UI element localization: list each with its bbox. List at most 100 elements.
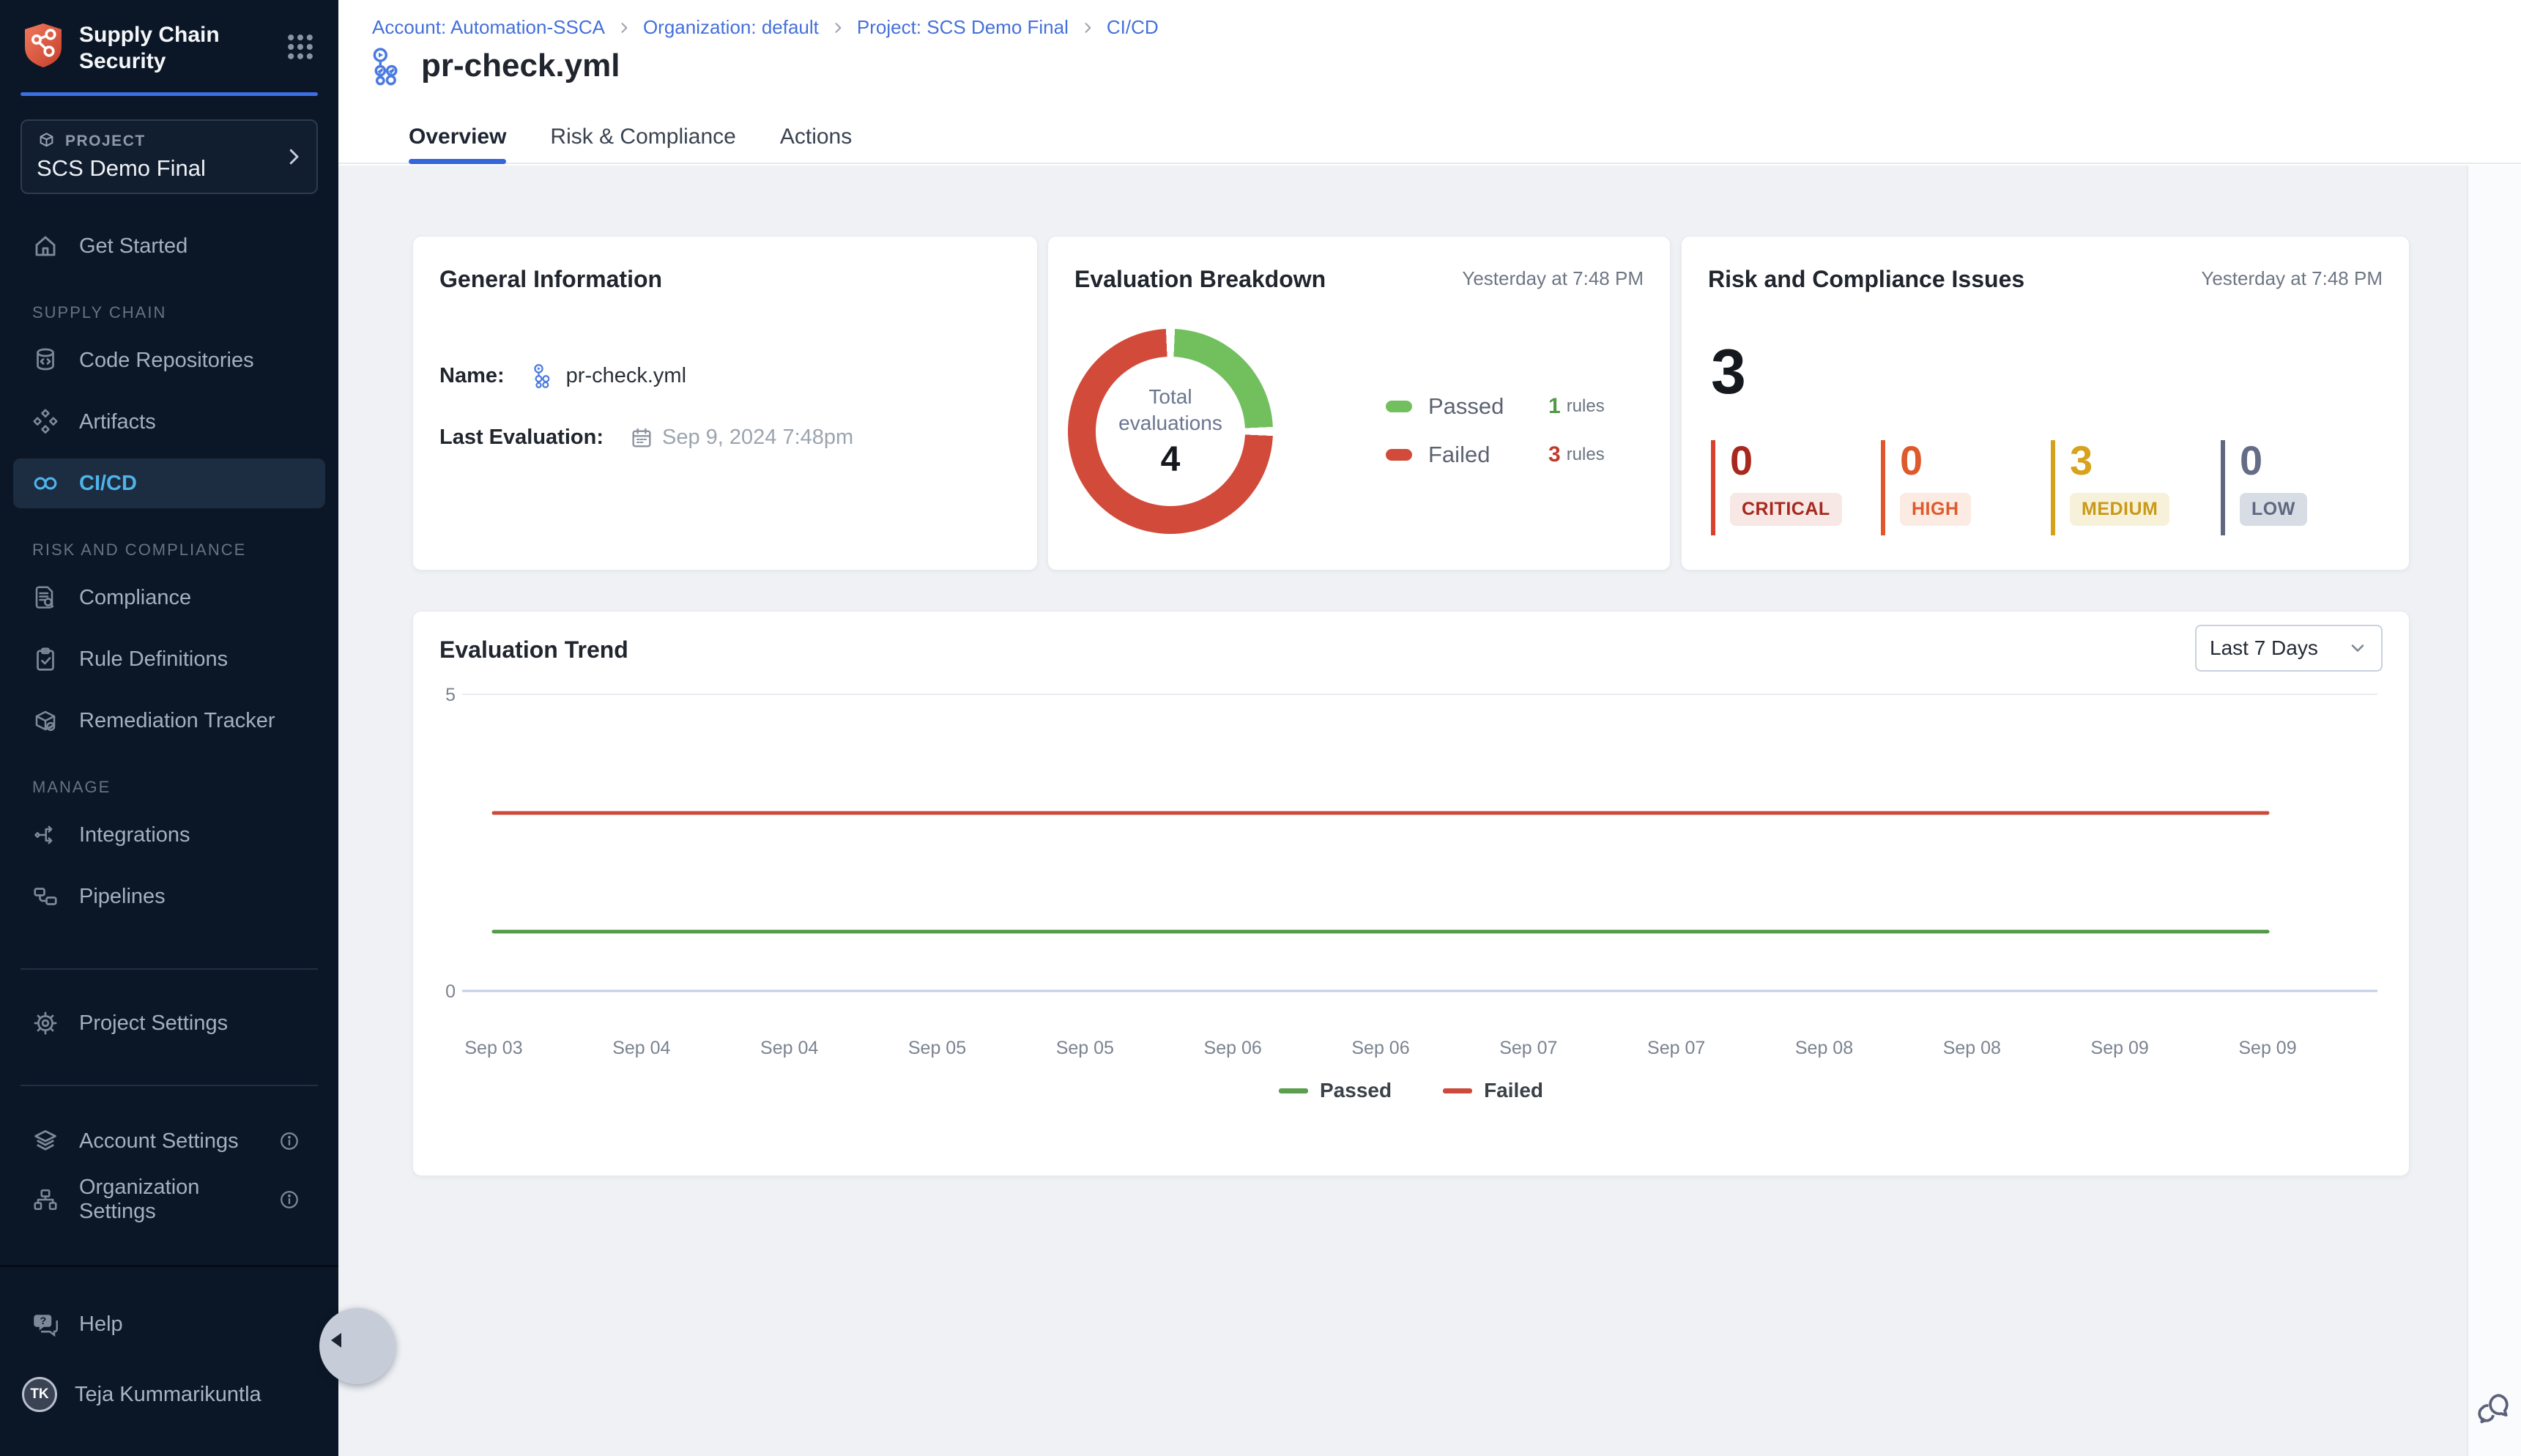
donut-center-label: Total evaluations [1118, 384, 1222, 437]
breadcrumb: Account: Automation-SSCA Organization: d… [372, 16, 1159, 39]
sidebar-item-remediation-tracker[interactable]: Remediation Tracker [13, 696, 325, 746]
x-axis-label: Sep 08 [1943, 1038, 2001, 1058]
breadcrumb-org-link[interactable]: Organization: default [643, 16, 819, 39]
page-header: pr-check.yml [368, 45, 620, 86]
x-axis-label: Sep 05 [1056, 1038, 1114, 1058]
breadcrumb-project-link[interactable]: Project: SCS Demo Final [857, 16, 1069, 39]
sidebar-item-organization-settings[interactable]: Organization Settings [13, 1175, 325, 1225]
help-chat-icon: ? [32, 1311, 59, 1337]
code-repository-icon [32, 347, 59, 374]
general-information-card: General Information Name: pr-check.yml L… [412, 236, 1038, 571]
breadcrumb-cicd-link[interactable]: CI/CD [1107, 16, 1159, 39]
sidebar: Supply Chain Security PROJECT SCS Demo F… [0, 0, 338, 1456]
sidebar-item-label: Compliance [79, 586, 191, 610]
last-evaluation-label: Last Evaluation: [439, 426, 604, 450]
cicd-infinity-icon [32, 470, 59, 497]
svg-text:?: ? [40, 1315, 47, 1327]
supply-chain-security-logo-icon [22, 22, 64, 69]
user-name: Teja Kummarikuntla [75, 1383, 261, 1407]
gear-icon [32, 1010, 59, 1036]
sidebar-item-label: Project Settings [79, 1011, 228, 1036]
artifacts-icon [32, 409, 59, 435]
chevron-right-icon [1080, 21, 1095, 35]
brand: Supply Chain Security [0, 0, 338, 75]
x-axis-label: Sep 05 [908, 1038, 966, 1058]
info-icon[interactable] [278, 1130, 300, 1152]
y-axis-tick: 0 [445, 981, 456, 1002]
app-switcher-grid-icon[interactable] [284, 31, 316, 63]
sidebar-item-label: Code Repositories [79, 349, 254, 373]
status-badge: HIGH [1900, 493, 1971, 526]
evaluation-breakdown-card: Evaluation Breakdown Yesterday at 7:48 P… [1047, 236, 1671, 571]
sidebar-item-label: Artifacts [79, 410, 156, 434]
x-axis-label: Sep 03 [464, 1038, 522, 1058]
failed-pill-icon [1386, 449, 1412, 461]
sidebar-item-cicd[interactable]: CI/CD [13, 458, 325, 508]
x-axis-label: Sep 04 [760, 1038, 818, 1058]
brand-title: Supply Chain Security [79, 22, 220, 75]
sidebar-item-label: Pipelines [79, 885, 166, 909]
tab-actions[interactable]: Actions [780, 111, 852, 163]
sidebar-item-help[interactable]: ? Help [13, 1299, 325, 1349]
sidebar-item-project-settings[interactable]: Project Settings [13, 998, 325, 1048]
sidebar-item-label: Account Settings [79, 1129, 239, 1154]
breadcrumb-account-link[interactable]: Account: Automation-SSCA [372, 16, 605, 39]
user-menu[interactable]: TK Teja Kummarikuntla [22, 1377, 325, 1412]
sidebar-collapse-button[interactable] [319, 1308, 396, 1384]
right-gutter [2467, 166, 2521, 1456]
severity-medium: 3 MEDIUM [2051, 440, 2221, 535]
card-timestamp: Yesterday at 7:48 PM [1462, 267, 1644, 290]
tab-risk-compliance[interactable]: Risk & Compliance [550, 111, 735, 163]
sidebar-item-rule-definitions[interactable]: Rule Definitions [13, 634, 325, 684]
sidebar-item-label: Help [79, 1312, 123, 1337]
project-selector[interactable]: PROJECT SCS Demo Final [21, 119, 318, 194]
risk-total-count: 3 [1711, 341, 1746, 404]
compliance-doc-icon [32, 584, 59, 611]
status-badge: LOW [2240, 493, 2307, 526]
card-title: Evaluation Breakdown [1074, 266, 1326, 293]
sidebar-item-label: CI/CD [79, 472, 137, 496]
sidebar-item-code-repositories[interactable]: Code Repositories [13, 335, 325, 385]
avatar: TK [22, 1377, 57, 1412]
project-name: SCS Demo Final [37, 155, 302, 182]
sidebar-item-compliance[interactable]: Compliance [13, 573, 325, 623]
sidebar-item-label: Organization Settings [79, 1175, 258, 1224]
integrations-icon [32, 822, 59, 848]
chat-bubbles-icon[interactable] [2476, 1390, 2512, 1427]
sidebar-section-manage: MANAGE [32, 778, 338, 797]
sidebar-item-label: Remediation Tracker [79, 709, 275, 733]
x-axis-label: Sep 09 [2238, 1038, 2296, 1058]
info-icon[interactable] [278, 1189, 300, 1211]
project-label: PROJECT [65, 133, 146, 150]
legend-passed: Passed [1279, 1079, 1392, 1102]
sidebar-item-label: Integrations [79, 823, 190, 847]
x-axis-label: Sep 06 [1351, 1038, 1409, 1058]
sidebar-item-label: Rule Definitions [79, 647, 228, 672]
passed-pill-icon [1386, 401, 1412, 412]
sidebar-nav: Get Started SUPPLY CHAIN Code Repositori… [0, 221, 338, 1412]
sidebar-item-pipelines[interactable]: Pipelines [13, 872, 325, 921]
severity-high: 0 HIGH [1881, 440, 2051, 535]
severity-critical: 0 CRITICAL [1711, 440, 1881, 535]
sidebar-item-artifacts[interactable]: Artifacts [13, 397, 325, 447]
tab-overview[interactable]: Overview [409, 111, 506, 163]
pipeline-icon [531, 363, 557, 389]
trend-legend: Passed Failed [413, 1079, 2409, 1102]
sidebar-item-integrations[interactable]: Integrations [13, 810, 325, 860]
main-area: Account: Automation-SSCA Organization: d… [338, 0, 2521, 1456]
chevron-right-icon [617, 21, 631, 35]
legend-row-passed: Passed 1 rules [1386, 393, 1605, 420]
chevron-right-icon [283, 146, 305, 168]
sidebar-item-get-started[interactable]: Get Started [13, 221, 325, 271]
sidebar-item-account-settings[interactable]: Account Settings [13, 1116, 325, 1166]
breakdown-legend: Passed 1 rules Failed 3 rules [1386, 393, 1605, 490]
x-axis-label: Sep 08 [1795, 1038, 1853, 1058]
date-range-select[interactable]: Last 7 Days [2195, 625, 2383, 672]
severity-row: 0 CRITICAL 0 HIGH 3 MEDIUM 0 LOW [1711, 440, 2391, 535]
evaluation-donut: Total evaluations 4 [1068, 329, 1273, 534]
pipeline-icon [368, 45, 409, 86]
pipelines-icon [32, 883, 59, 910]
org-hierarchy-icon [32, 1186, 59, 1213]
last-evaluation-value: Sep 9, 2024 7:48pm [630, 426, 853, 450]
sidebar-item-label: Get Started [79, 234, 188, 259]
